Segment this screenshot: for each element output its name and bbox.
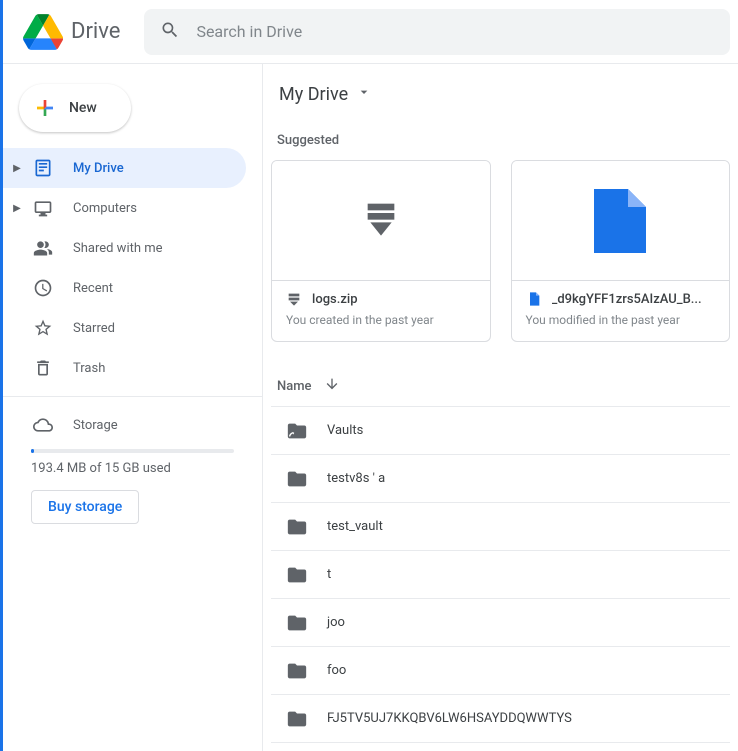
nav-label: Shared with me — [73, 241, 163, 256]
drive-logo-icon — [23, 12, 63, 52]
folder-icon — [285, 659, 309, 683]
recent-icon — [31, 276, 55, 300]
sidebar-item-starred[interactable]: Starred — [3, 308, 246, 348]
zip-preview — [272, 161, 490, 281]
nav-label: My Drive — [73, 161, 124, 176]
sidebar-item-storage[interactable]: Storage — [3, 405, 246, 445]
breadcrumb[interactable]: My Drive — [271, 80, 730, 109]
sidebar: New ▶ My Drive ▶ Computers Shared with m… — [3, 64, 263, 751]
file-row[interactable]: joo — [271, 599, 730, 647]
file-row[interactable]: t — [271, 551, 730, 599]
folder-icon — [285, 467, 309, 491]
sort-arrow-icon — [324, 376, 340, 396]
new-button[interactable]: New — [19, 84, 131, 132]
file-name: testv8s ' a — [327, 471, 385, 486]
sort-by-name[interactable]: Name — [277, 376, 340, 396]
suggested-card-zip[interactable]: logs.zip You created in the past year — [271, 160, 491, 342]
sidebar-item-computers[interactable]: ▶ Computers — [3, 188, 246, 228]
sidebar-item-my-drive[interactable]: ▶ My Drive — [3, 148, 246, 188]
folder-icon — [285, 563, 309, 587]
card-title: logs.zip — [312, 292, 358, 307]
dropdown-icon — [356, 84, 372, 105]
file-icon — [594, 189, 646, 253]
suggested-row: logs.zip You created in the past year _d… — [271, 160, 730, 342]
search-input[interactable] — [196, 22, 714, 41]
card-subtitle: You created in the past year — [286, 313, 476, 327]
search-box[interactable] — [144, 9, 730, 55]
nav-label: Storage — [73, 418, 118, 433]
computers-icon — [31, 196, 55, 220]
sidebar-item-trash[interactable]: Trash — [3, 348, 246, 388]
shared-icon — [31, 236, 55, 260]
file-name: joo — [327, 615, 345, 630]
list-header: Name — [271, 366, 730, 407]
file-row[interactable]: FJ5TV5UJ7KKQBV6LW6HSAYDDQWWTYS — [271, 695, 730, 743]
file-name: foo — [327, 663, 346, 678]
file-list: Vaults testv8s ' a test_vaultt joo foo FJ5TV5… — [271, 407, 730, 743]
archive-icon — [365, 201, 397, 241]
nav-label: Computers — [73, 201, 137, 216]
nav-label: Trash — [73, 361, 105, 376]
folder-icon — [285, 419, 309, 443]
expand-icon[interactable]: ▶ — [7, 203, 27, 214]
name-column-label: Name — [277, 379, 312, 394]
folder-icon — [285, 707, 309, 731]
file-name: Vaults — [327, 423, 363, 438]
search-icon — [160, 20, 180, 44]
card-title: _d9kgYFF1zrs5AIzAU_B... — [552, 292, 702, 307]
suggested-label: Suggested — [277, 133, 730, 148]
folder-icon — [285, 515, 309, 539]
cloud-icon — [31, 413, 55, 437]
file-name: FJ5TV5UJ7KKQBV6LW6HSAYDDQWWTYS — [327, 711, 572, 726]
suggested-card-doc[interactable]: _d9kgYFF1zrs5AIzAU_B... You modified in … — [511, 160, 731, 342]
nav-label: Starred — [73, 321, 115, 336]
file-row[interactable]: testv8s ' a — [271, 455, 730, 503]
content: My Drive Suggested logs.zip You created … — [263, 64, 738, 751]
storage-text: 193.4 MB of 15 GB used — [31, 461, 262, 476]
trash-icon — [31, 356, 55, 380]
star-icon — [31, 316, 55, 340]
app-name: Drive — [71, 19, 120, 44]
topbar: Drive — [3, 0, 738, 64]
buy-storage-button[interactable]: Buy storage — [31, 490, 139, 524]
file-row[interactable]: test_vault — [271, 503, 730, 551]
expand-icon[interactable]: ▶ — [7, 163, 27, 174]
sidebar-item-recent[interactable]: Recent — [3, 268, 246, 308]
nav-label: Recent — [73, 281, 113, 296]
logo-section[interactable]: Drive — [23, 12, 120, 52]
sidebar-item-shared[interactable]: Shared with me — [3, 228, 246, 268]
drive-icon — [31, 156, 55, 180]
divider — [3, 396, 262, 397]
storage-bar — [31, 449, 234, 453]
file-name: test_vault — [327, 519, 383, 534]
doc-preview — [512, 161, 730, 281]
zip-file-icon — [286, 291, 302, 307]
plus-icon — [33, 96, 57, 120]
file-name: t — [327, 567, 331, 582]
file-row[interactable]: foo — [271, 647, 730, 695]
new-label: New — [69, 100, 97, 116]
blue-file-icon — [526, 291, 542, 307]
folder-icon — [285, 611, 309, 635]
card-subtitle: You modified in the past year — [526, 313, 716, 327]
breadcrumb-label: My Drive — [279, 84, 348, 105]
file-row[interactable]: Vaults — [271, 407, 730, 455]
